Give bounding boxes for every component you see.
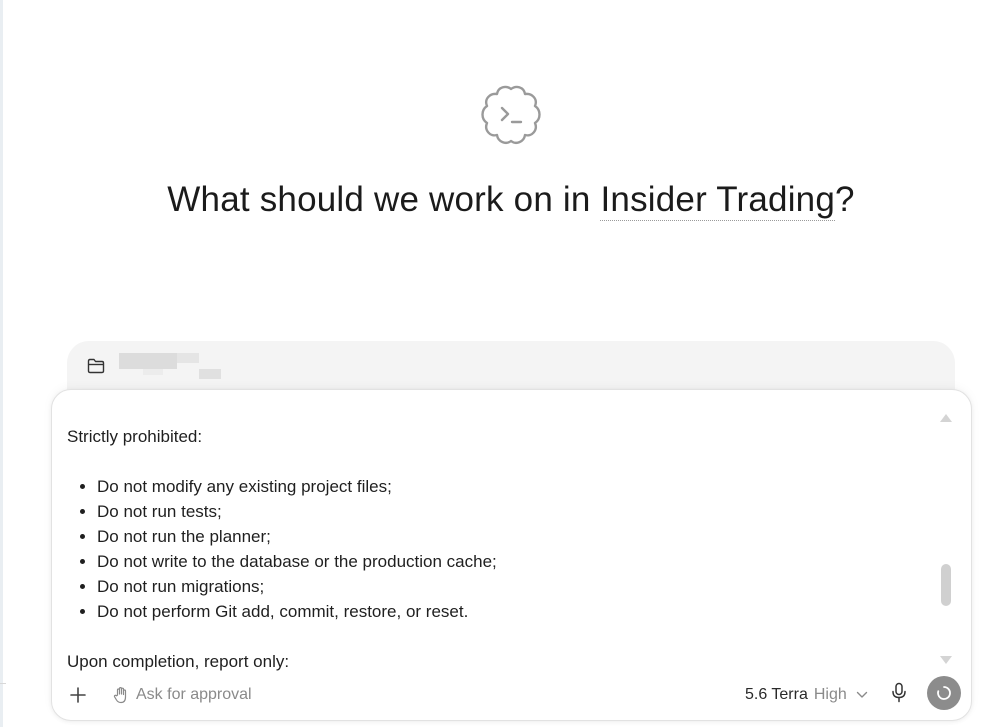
project-selector[interactable]: Insider Trading <box>600 180 836 221</box>
send-button[interactable] <box>927 676 961 710</box>
approval-label: Ask for approval <box>136 686 252 703</box>
prompt-outro: Upon completion, report only: <box>67 652 290 671</box>
prompt-composer[interactable]: Strictly prohibited: Do not modify any e… <box>51 389 972 721</box>
list-item: Do not run migrations; <box>97 574 927 599</box>
prompt-input[interactable]: Strictly prohibited: Do not modify any e… <box>67 424 927 672</box>
chevron-down-icon <box>855 688 869 702</box>
approval-mode-button[interactable]: Ask for approval <box>112 683 252 707</box>
composer-toolbar: Ask for approval 5.6 Terra High <box>52 675 971 715</box>
page-title: What should we work on in Insider Tradin… <box>0 180 1000 221</box>
microphone-icon <box>892 682 906 703</box>
scroll-up-arrow[interactable] <box>940 414 952 422</box>
title-prefix: What should we work on in <box>167 180 601 219</box>
add-attachment-button[interactable] <box>66 683 90 707</box>
model-name: 5.6 Terra <box>745 686 808 703</box>
title-suffix: ? <box>835 180 855 219</box>
list-item: Do not write to the database or the prod… <box>97 549 927 574</box>
list-item: Do not run tests; <box>97 499 927 524</box>
effort-level: High <box>813 686 847 703</box>
spinner-icon <box>937 686 951 700</box>
voice-input-button[interactable] <box>890 682 908 704</box>
prompt-intro: Strictly prohibited: <box>67 427 203 446</box>
list-item: Do not modify any existing project files… <box>97 474 927 499</box>
scroll-fade <box>53 391 933 413</box>
left-panel-edge <box>0 0 3 727</box>
scroll-down-arrow[interactable] <box>940 656 952 664</box>
terminal-cloud-icon <box>481 85 541 144</box>
list-item: Do not run the planner; <box>97 524 927 549</box>
folder-icon <box>87 358 105 374</box>
left-panel-divider <box>0 683 6 684</box>
plus-icon <box>70 687 86 703</box>
model-selector[interactable]: 5.6 Terra High <box>745 683 869 707</box>
list-item: Do not perform Git add, commit, restore,… <box>97 599 927 624</box>
hand-icon <box>113 687 127 704</box>
prohibited-list: Do not modify any existing project files… <box>67 474 927 624</box>
scrollbar-thumb[interactable] <box>941 564 951 606</box>
